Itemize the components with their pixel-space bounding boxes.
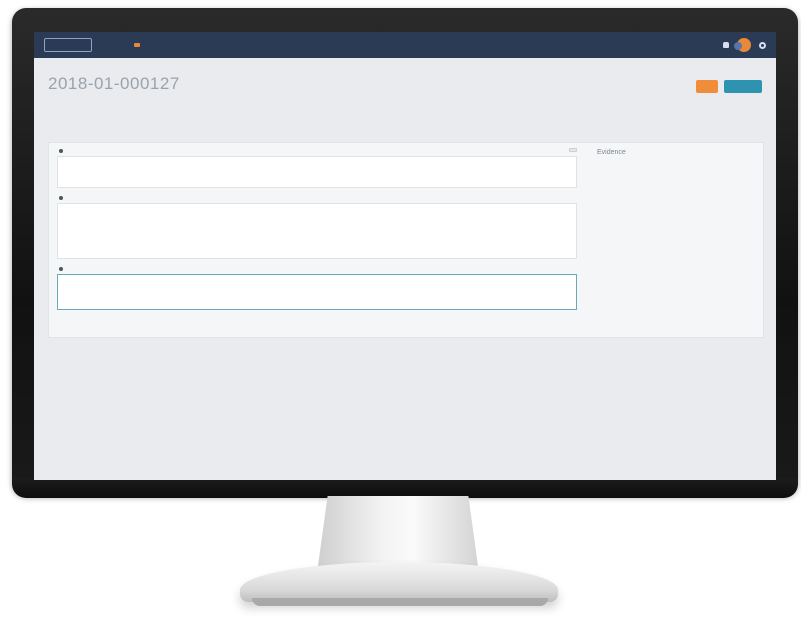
monitor-stand-neck xyxy=(318,496,478,566)
monitor-stand-base xyxy=(240,562,558,602)
nav-item-2[interactable] xyxy=(134,43,140,47)
field-block-1 xyxy=(57,148,577,188)
nav-item-3[interactable] xyxy=(150,43,156,47)
case-page: 2018-01-000127 xyxy=(34,58,776,116)
field-text-2[interactable] xyxy=(57,203,577,259)
narrative-card: Evidence xyxy=(48,142,764,338)
bell-icon[interactable] xyxy=(723,42,729,48)
field-text-1[interactable] xyxy=(57,156,577,188)
app-logo[interactable] xyxy=(44,38,92,52)
avatar[interactable] xyxy=(734,38,751,52)
secondary-action-button[interactable] xyxy=(724,80,762,93)
header-actions xyxy=(696,80,762,93)
field-block-3 xyxy=(57,267,577,310)
screen: 2018-01-000127 Evidence xyxy=(34,32,776,480)
info-icon xyxy=(59,196,63,200)
page-title: 2018-01-000127 xyxy=(48,74,180,93)
nav-item-1[interactable] xyxy=(118,43,124,47)
field-text-3[interactable] xyxy=(57,274,577,310)
gear-icon[interactable] xyxy=(759,41,766,49)
top-navigation-bar xyxy=(34,32,776,58)
info-icon xyxy=(59,267,63,271)
primary-action-button[interactable] xyxy=(696,80,718,93)
nav-item-5[interactable] xyxy=(182,43,188,47)
evidence-panel: Evidence xyxy=(597,149,757,166)
nav-item-4[interactable] xyxy=(166,43,172,47)
monitor-chin xyxy=(12,478,798,498)
monitor-stand-foot xyxy=(252,598,548,606)
info-icon xyxy=(59,149,63,153)
narrative-fields xyxy=(57,148,577,318)
case-tabs xyxy=(48,110,762,116)
copy-button[interactable] xyxy=(569,148,577,152)
field-label-2 xyxy=(57,196,577,200)
field-label-1 xyxy=(57,149,577,153)
evidence-title: Evidence xyxy=(597,149,626,156)
field-label-3 xyxy=(57,267,577,271)
field-block-2 xyxy=(57,196,577,259)
